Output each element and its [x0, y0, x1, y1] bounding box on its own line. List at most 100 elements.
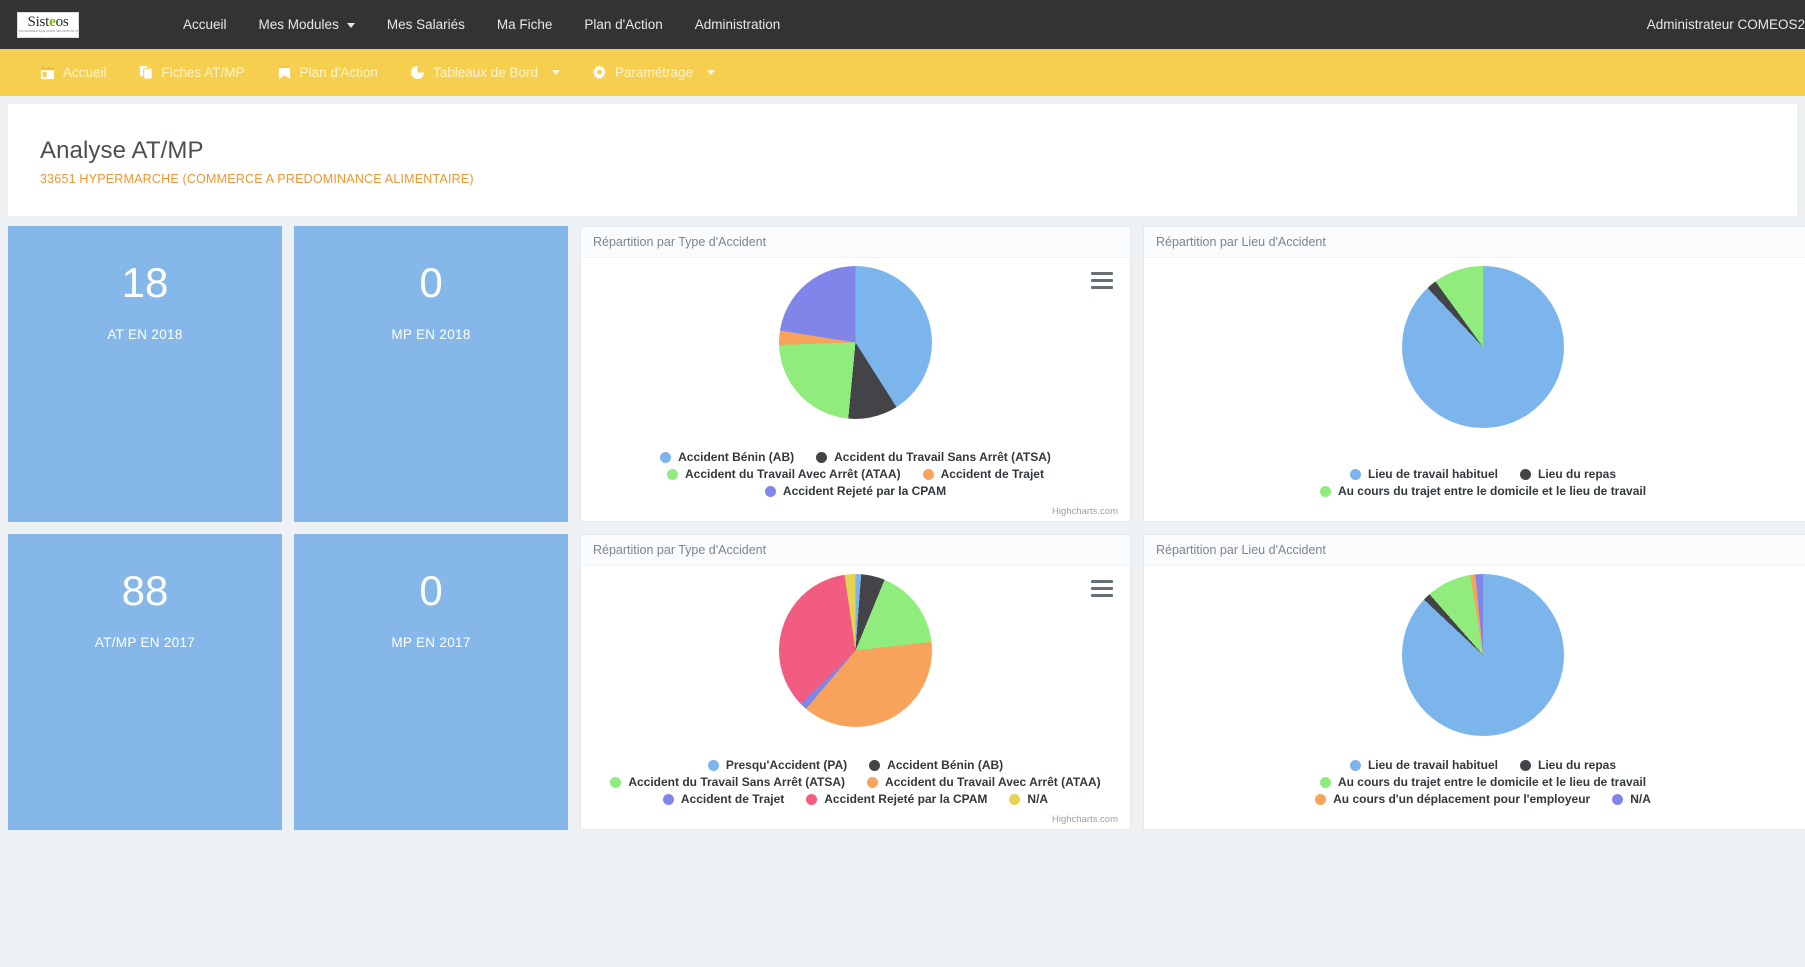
legend-item[interactable]: Lieu de travail habituel — [1349, 467, 1498, 481]
legend-item[interactable]: Accident Rejeté par la CPAM — [764, 484, 947, 498]
chart-title: Répartition par Type d'Accident — [593, 235, 767, 249]
nav-label: Administration — [694, 17, 781, 32]
page-header: Analyse AT/MP 33651 HYPERMARCHE (COMMERC… — [8, 104, 1797, 216]
legend-color-swatch — [764, 485, 776, 497]
subnav-item-parametrage[interactable]: Paramétrage — [576, 65, 731, 80]
subnav-item-accueil[interactable]: Accueil — [24, 65, 123, 80]
legend-row: Accident du Travail Sans Arrêt (ATSA) Acc… — [607, 775, 1104, 789]
legend-item[interactable]: Au cours du trajet entre le domicile et … — [1319, 484, 1646, 498]
kpi-label: AT EN 2018 — [107, 327, 183, 342]
chart-card-header: Répartition par Type d'Accident — [581, 535, 1130, 566]
legend-item[interactable]: Accident du Travail Sans Arrêt (ATSA) — [816, 450, 1051, 464]
kpi-card-atmp-2017[interactable]: 88 AT/MP EN 2017 — [8, 534, 282, 830]
legend-item[interactable]: Lieu de travail habituel — [1349, 758, 1498, 772]
legend-item[interactable]: N/A — [1612, 792, 1651, 806]
pie-chart-icon — [410, 65, 425, 80]
legend-color-swatch — [707, 759, 719, 771]
nav-item-administration[interactable]: Administration — [679, 0, 797, 49]
legend-item[interactable]: Accident de Trajet — [662, 792, 785, 806]
legend-color-swatch — [1319, 485, 1331, 497]
legend-item[interactable]: Accident Bénin (AB) — [869, 758, 1003, 772]
legend-color-swatch — [806, 793, 818, 805]
chart-body: Lieu de travail habituel Lieu du repas Au … — [1144, 258, 1805, 521]
highcharts-credit[interactable]: Highcharts.com — [1052, 814, 1118, 825]
subnav-item-plan-daction[interactable]: Plan d'Action — [261, 65, 394, 80]
legend-item[interactable]: Accident du Travail Avec Arrêt (ATAA) — [667, 467, 901, 481]
legend-label: Lieu de travail habituel — [1367, 467, 1498, 481]
nav-item-mes-modules[interactable]: Mes Modules — [243, 0, 371, 49]
logo-tagline: SOLUTION INFORMATIQUE SANTE SECURITE AU … — [17, 30, 79, 33]
legend-label: Accident Bénin (AB) — [887, 758, 1004, 772]
page-subtitle: 33651 HYPERMARCHE (COMMERCE A PREDOMINAN… — [40, 172, 474, 186]
pie-chart[interactable] — [1402, 574, 1564, 736]
current-user-label[interactable]: Administrateur COMEOS2 — [1647, 0, 1805, 49]
legend-item[interactable]: Accident Bénin (AB) — [660, 450, 794, 464]
nav-item-ma-fiche[interactable]: Ma Fiche — [481, 0, 569, 49]
legend-label: Accident du Travail Avec Arrêt (ATAA) — [685, 467, 901, 481]
legend-row: Lieu de travail habituel Lieu du repas — [1170, 467, 1796, 481]
legend-label: Accident du Travail Avec Arrêt (ATAA) — [885, 775, 1101, 789]
legend-item[interactable]: Lieu du repas — [1520, 758, 1616, 772]
chevron-down-icon — [552, 70, 561, 75]
chart-card-header: Répartition par Lieu d'Accident — [1144, 535, 1805, 566]
legend-color-swatch — [1612, 793, 1624, 805]
chart-card-type-2018: Répartition par Type d'Accident Accident… — [580, 226, 1131, 522]
legend-row: Accident du Travail Avec Arrêt (ATAA) Acc… — [607, 467, 1104, 481]
pie-chart[interactable] — [779, 574, 932, 727]
legend-color-swatch — [1349, 759, 1361, 771]
kpi-card-mp-2018[interactable]: 0 MP EN 2018 — [294, 226, 568, 522]
kpi-card-at-2018[interactable]: 18 AT EN 2018 — [8, 226, 282, 522]
chart-card-lieu-2017: Répartition par Lieu d'Accident Lieu de … — [1143, 534, 1805, 830]
legend-item[interactable]: Presqu'Accident (PA) — [707, 758, 847, 772]
legend-label: Accident Rejeté par la CPAM — [824, 792, 988, 806]
chart-legend: Presqu'Accident (PA) Accident Bénin (AB) A… — [581, 758, 1130, 806]
subnav-item-tableaux-de-bord[interactable]: Tableaux de Bord — [394, 65, 576, 80]
chevron-down-icon — [346, 23, 355, 28]
nav-item-accueil[interactable]: Accueil — [167, 0, 243, 49]
legend-color-swatch — [667, 468, 678, 480]
subnav-item-fiches-atmp[interactable]: Fiches AT/MP — [123, 65, 261, 80]
legend-color-swatch — [867, 776, 879, 788]
sisteos-logo[interactable]: Sisteos SOLUTION INFORMATIQUE SANTE SECU… — [17, 11, 79, 38]
legend-label: Accident Bénin (AB) — [678, 450, 795, 464]
legend-item[interactable]: Au cours du trajet entre le domicile et … — [1319, 775, 1646, 789]
pie-chart[interactable] — [1402, 266, 1564, 428]
legend-item[interactable]: Accident du Travail Avec Arrêt (ATAA) — [867, 775, 1101, 789]
legend-label: Accident du Travail Sans Arrêt (ATSA) — [628, 775, 846, 789]
legend-item[interactable]: Lieu du repas — [1520, 467, 1616, 481]
legend-label: Au cours d'un déplacement pour l'employe… — [1333, 792, 1591, 806]
nav-label: Plan d'Action — [584, 17, 663, 32]
legend-label: Lieu du repas — [1538, 758, 1617, 772]
nav-label: Accueil — [183, 17, 227, 32]
chart-body: Lieu de travail habituel Lieu du repas Au … — [1144, 566, 1805, 829]
legend-row: Presqu'Accident (PA) Accident Bénin (AB) — [607, 758, 1104, 772]
legend-label: Lieu du repas — [1538, 467, 1617, 481]
legend-item[interactable]: Accident Rejeté par la CPAM — [806, 792, 987, 806]
legend-row: Accident Bénin (AB) Accident du Travail S… — [607, 450, 1104, 464]
kpi-card-mp-2017[interactable]: 0 MP EN 2017 — [294, 534, 568, 830]
chart-title: Répartition par Lieu d'Accident — [1156, 543, 1326, 557]
legend-item[interactable]: N/A — [1009, 792, 1048, 806]
logo-wordmark: Sisteos — [27, 14, 69, 30]
pie-chart-area — [1144, 266, 1805, 428]
kpi-label: AT/MP EN 2017 — [94, 635, 196, 650]
chart-card-type-2017: Répartition par Type d'Accident Presqu'A… — [580, 534, 1131, 830]
pie-chart[interactable] — [779, 266, 932, 419]
subnav-label: Tableaux de Bord — [432, 65, 539, 80]
legend-item[interactable]: Au cours d'un déplacement pour l'employe… — [1315, 792, 1590, 806]
legend-color-swatch — [1520, 468, 1531, 480]
legend-row: Au cours du trajet entre le domicile et … — [1170, 484, 1796, 498]
nav-label: Ma Fiche — [496, 17, 553, 32]
legend-color-swatch — [610, 776, 622, 788]
nav-item-mes-salaries[interactable]: Mes Salariés — [371, 0, 481, 49]
legend-item[interactable]: Accident de Trajet — [922, 467, 1044, 481]
legend-label: Accident Rejeté par la CPAM — [782, 484, 947, 498]
legend-row: Lieu de travail habituel Lieu du repas — [1170, 758, 1796, 772]
chart-legend: Lieu de travail habituel Lieu du repas Au … — [1144, 758, 1805, 806]
legend-item[interactable]: Accident du Travail Sans Arrêt (ATSA) — [610, 775, 845, 789]
highcharts-credit[interactable]: Highcharts.com — [1052, 506, 1118, 517]
chart-card-header: Répartition par Type d'Accident — [581, 227, 1130, 258]
nav-item-plan-daction[interactable]: Plan d'Action — [568, 0, 678, 49]
legend-label: Accident de Trajet — [680, 792, 785, 806]
legend-color-swatch — [662, 793, 674, 805]
